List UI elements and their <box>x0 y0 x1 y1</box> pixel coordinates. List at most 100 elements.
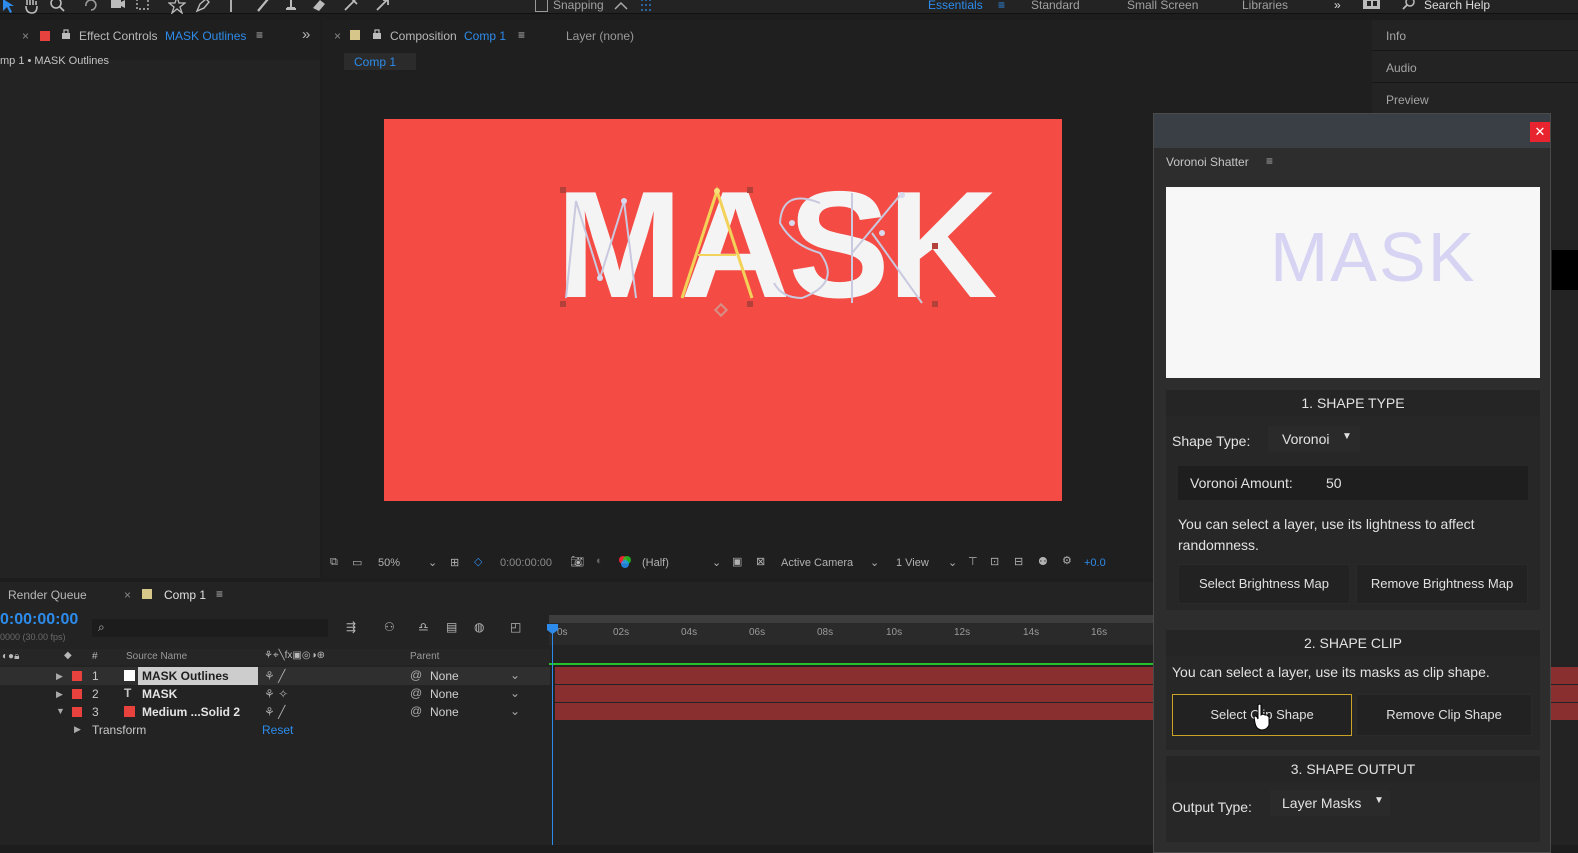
layer-search-input[interactable]: ⌕ <box>92 619 328 637</box>
composition-tab-title[interactable]: Composition <box>390 29 457 43</box>
chevron-down-icon[interactable]: ⌄ <box>712 556 721 569</box>
camera-dropdown[interactable]: Active Camera <box>781 557 853 569</box>
pickwhip-icon[interactable]: @ <box>410 704 422 718</box>
toggle-pixel-aspect-icon[interactable]: ⊤ <box>968 555 978 568</box>
puppet-pin-tool-icon[interactable] <box>374 0 392 14</box>
close-tab-icon[interactable]: × <box>334 29 341 43</box>
panel-menu-icon[interactable]: ≡ <box>256 28 263 42</box>
select-brightness-map-button[interactable]: Select Brightness Map <box>1178 564 1350 604</box>
chevron-down-icon[interactable]: ⌄ <box>510 668 520 682</box>
shape-type-dropdown[interactable]: Voronoi ▼ <box>1268 426 1360 452</box>
remove-brightness-map-button[interactable]: Remove Brightness Map <box>1356 564 1528 604</box>
fast-preview-icon[interactable]: ⊡ <box>990 555 999 568</box>
parent-dropdown[interactable]: None <box>430 705 520 720</box>
hand-tool-icon[interactable] <box>22 0 40 14</box>
chevron-down-icon[interactable]: ⌄ <box>870 556 879 569</box>
lock-icon[interactable] <box>372 28 382 40</box>
chevron-down-icon[interactable]: ⌄ <box>510 704 520 718</box>
comp-mini-flowchart-icon[interactable]: ⇶ <box>346 620 356 634</box>
render-queue-tab[interactable]: Render Queue <box>8 588 87 602</box>
panel-overflow-icon[interactable]: » <box>302 26 310 43</box>
expand-toggle-icon[interactable]: ▶ <box>74 724 81 735</box>
camera-tool-icon[interactable] <box>108 0 126 14</box>
search-help-icon[interactable] <box>1400 0 1418 14</box>
collapse-toggle-icon[interactable]: ▼ <box>56 706 65 716</box>
rotate-tool-icon[interactable] <box>82 0 100 14</box>
layer-switches-icon[interactable]: ⚘ ╱ <box>264 705 285 719</box>
close-tab-icon[interactable]: × <box>124 588 131 602</box>
label-color-swatch[interactable] <box>72 689 82 699</box>
source-name-header[interactable]: Source Name <box>126 651 187 662</box>
sync-settings-icon[interactable] <box>1362 0 1380 14</box>
selection-tool-icon[interactable] <box>0 0 18 14</box>
parent-dropdown[interactable]: None <box>430 669 520 684</box>
parent-dropdown[interactable]: None <box>430 687 520 702</box>
playhead-line[interactable] <box>552 626 553 845</box>
layer-name[interactable]: MASK Outlines <box>142 669 229 683</box>
composition-canvas[interactable]: MASK <box>384 119 1062 501</box>
composition-tab-comp[interactable]: Comp 1 <box>464 29 506 43</box>
label-color-swatch[interactable] <box>72 671 82 681</box>
chevron-down-icon[interactable]: ⌄ <box>948 556 957 569</box>
layer-switches-icon[interactable]: ⚘ ╱ <box>264 669 285 683</box>
expand-toggle-icon[interactable]: ▶ <box>56 671 63 682</box>
star-shape-tool-icon[interactable] <box>168 0 186 14</box>
flowchart-icon[interactable]: ⚉ <box>1038 555 1048 568</box>
workspace-libraries[interactable]: Libraries <box>1242 0 1288 12</box>
layer-name[interactable]: MASK <box>142 687 177 701</box>
roto-brush-tool-icon[interactable] <box>342 0 360 14</box>
time-ruler[interactable]: 0s 02s 04s 06s 08s 10s 12s 14s 16s <box>549 623 1160 645</box>
pen-tool-icon[interactable] <box>194 0 212 14</box>
monitor-icon[interactable]: ▭ <box>352 556 362 569</box>
dialog-title-bar[interactable] <box>1154 114 1550 148</box>
voronoi-amount-field[interactable]: Voronoi Amount: 50 <box>1178 466 1528 500</box>
fit-icon[interactable]: ⊞ <box>450 556 459 569</box>
clone-stamp-tool-icon[interactable] <box>282 0 300 14</box>
current-time-display[interactable]: 0:00:00:00 <box>0 611 78 629</box>
workspace-small-screen[interactable]: Small Screen <box>1127 0 1198 12</box>
zoom-tool-icon[interactable] <box>48 0 66 14</box>
panel-menu-icon[interactable]: ≡ <box>1266 154 1273 168</box>
pickwhip-icon[interactable]: @ <box>410 686 422 700</box>
graph-editor-icon[interactable]: ◰ <box>510 620 521 634</box>
info-panel-tab[interactable]: Info <box>1386 29 1406 43</box>
views-dropdown[interactable]: 1 View <box>896 557 929 569</box>
effect-controls-tab-title[interactable]: Effect Controls <box>79 29 157 43</box>
preview-panel-tab[interactable]: Preview <box>1386 93 1429 107</box>
type-tool-icon[interactable] <box>222 0 240 14</box>
shy-layers-icon[interactable]: ♎︎ <box>418 620 429 634</box>
transform-label[interactable]: Transform <box>92 723 146 737</box>
snapshot-icon[interactable]: 📷︎ <box>570 555 584 568</box>
workspace-standard[interactable]: Standard <box>1031 0 1080 12</box>
audio-panel-tab[interactable]: Audio <box>1386 61 1417 75</box>
label-color-swatch[interactable] <box>72 707 82 717</box>
channel-icon[interactable] <box>618 555 632 569</box>
timeline-icon[interactable]: ⊟ <box>1014 555 1023 568</box>
more-workspaces-icon[interactable]: » <box>1334 0 1341 12</box>
mask-visibility-icon[interactable]: ◇ <box>474 555 482 568</box>
layer-tab[interactable]: Layer (none) <box>566 29 634 43</box>
layer-row[interactable]: ▶ 1 MASK Outlines ⚘ ╱ @ None ⌄ <box>0 667 550 685</box>
reset-link[interactable]: Reset <box>262 723 293 737</box>
exposure-value[interactable]: +0.0 <box>1084 557 1106 569</box>
layer-name[interactable]: Medium ...Solid 2 <box>142 705 240 719</box>
search-help-input[interactable]: Search Help <box>1424 0 1490 12</box>
zoom-dropdown[interactable]: 50% <box>378 557 400 569</box>
timeline-comp-tab[interactable]: Comp 1 <box>164 588 206 602</box>
always-preview-icon[interactable]: ⧉ <box>330 556 338 569</box>
snapping-checkbox[interactable] <box>535 0 548 12</box>
exposure-reset-icon[interactable]: ⚙ <box>1062 554 1072 567</box>
brush-tool-icon[interactable] <box>254 0 272 14</box>
effect-controls-tab-layer[interactable]: MASK Outlines <box>165 29 246 43</box>
workspace-essentials[interactable]: Essentials <box>928 0 983 12</box>
eraser-tool-icon[interactable] <box>310 0 328 14</box>
frame-blending-icon[interactable]: ▤ <box>446 620 457 634</box>
close-tab-icon[interactable]: × <box>22 29 29 43</box>
layer-row[interactable]: ▼ 3 Medium ...Solid 2 ⚘ ╱ @ None ⌄ <box>0 703 550 721</box>
layer-row[interactable]: ▶ 2 T MASK ⚘ ✧ @ None ⌄ <box>0 685 550 703</box>
region-of-interest-icon[interactable]: ▣ <box>732 555 742 568</box>
expand-toggle-icon[interactable]: ▶ <box>56 689 63 700</box>
layer-switches-icon[interactable]: ⚘ ✧ <box>264 687 288 701</box>
lock-icon[interactable] <box>61 28 71 40</box>
snap-options-icon[interactable] <box>612 0 630 14</box>
